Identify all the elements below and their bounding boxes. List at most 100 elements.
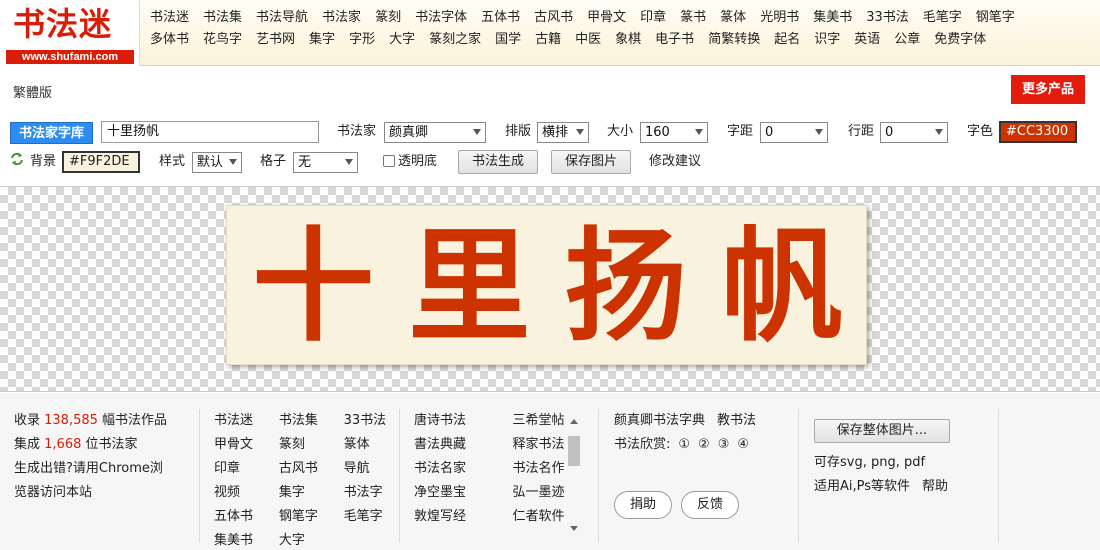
- nav-link[interactable]: 书法家: [322, 6, 361, 25]
- calligrapher-library-button[interactable]: 书法家字库: [10, 122, 93, 144]
- scroll-up-arrow-icon[interactable]: [570, 419, 578, 424]
- nav-link[interactable]: 公章: [894, 28, 920, 47]
- nav-link[interactable]: 古籍: [535, 28, 561, 47]
- footer-link[interactable]: 书法名作: [513, 457, 599, 481]
- refresh-icon[interactable]: [10, 152, 24, 166]
- nav-link[interactable]: 英语: [854, 28, 880, 47]
- nav-link[interactable]: 篆体: [720, 6, 746, 25]
- footer-link[interactable]: 三希堂帖: [513, 409, 599, 433]
- footer-scrollbar[interactable]: [566, 419, 582, 531]
- footer-link[interactable]: 古风书: [279, 457, 331, 481]
- footer-link[interactable]: 大字: [279, 529, 331, 550]
- generate-button[interactable]: 书法生成: [458, 150, 538, 174]
- footer-link[interactable]: 書法典藏: [414, 433, 500, 457]
- footer-link[interactable]: 33书法: [344, 409, 399, 433]
- footer-link[interactable]: 弘一墨迹: [513, 481, 599, 505]
- nav-link[interactable]: 光明书: [760, 6, 799, 25]
- footer-link[interactable]: 导航: [344, 457, 399, 481]
- footer-link[interactable]: 五体书: [214, 505, 266, 529]
- nav-link[interactable]: 中医: [575, 28, 601, 47]
- teach-link[interactable]: 教书法: [717, 409, 756, 433]
- nav-link[interactable]: 钢笔字: [976, 6, 1015, 25]
- nav-link[interactable]: 大字: [389, 28, 415, 47]
- line-spacing-select[interactable]: 0: [880, 122, 948, 143]
- dictionary-link[interactable]: 颜真卿书法字典: [614, 409, 705, 433]
- nav-link[interactable]: 甲骨文: [587, 6, 626, 25]
- appreciate-link-2[interactable]: ②: [698, 433, 710, 457]
- footer-link[interactable]: 唐诗书法: [414, 409, 500, 433]
- footer-link[interactable]: 印章: [214, 457, 266, 481]
- text-input[interactable]: 十里扬帆: [101, 121, 319, 143]
- footer-link[interactable]: 释家书法: [513, 433, 599, 457]
- grid-label: 格子: [260, 154, 287, 169]
- nav-link[interactable]: 古风书: [534, 6, 573, 25]
- traditional-chinese-link[interactable]: 繁體版: [13, 82, 52, 101]
- footer-link[interactable]: 钢笔字: [279, 505, 331, 529]
- save-image-button[interactable]: 保存图片: [551, 150, 631, 174]
- nav-link[interactable]: 书法字体: [415, 6, 467, 25]
- nav-link[interactable]: 篆书: [680, 6, 706, 25]
- footer-link[interactable]: 毛笔字: [344, 505, 399, 529]
- nav-link[interactable]: 书法导航: [256, 6, 308, 25]
- nav-link[interactable]: 集字: [309, 28, 335, 47]
- nav-link[interactable]: 书法迷: [150, 6, 189, 25]
- nav-link[interactable]: 国学: [495, 28, 521, 47]
- nav-link[interactable]: 字形: [349, 28, 375, 47]
- footer-link[interactable]: 集字: [279, 481, 331, 505]
- chevron-down-icon: [229, 159, 237, 165]
- site-header: 书法迷 www.shufami.com 书法迷 书法集 书法导航 书法家 篆刻 书法字体五…: [0, 0, 1100, 66]
- site-logo[interactable]: 书法迷 www.shufami.com: [0, 0, 140, 66]
- footer-link[interactable]: 敦煌写经: [414, 505, 500, 529]
- nav-link[interactable]: 33书法: [866, 6, 909, 25]
- char-spacing-select[interactable]: 0: [760, 122, 828, 143]
- donate-button[interactable]: 捐助: [614, 491, 672, 519]
- nav-link[interactable]: 简繁转换: [708, 28, 760, 47]
- nav-link[interactable]: 多体书: [150, 28, 189, 47]
- background-color-picker[interactable]: #F9F2DE: [62, 151, 140, 173]
- nav-link[interactable]: 起名: [774, 28, 800, 47]
- style-select[interactable]: 默认: [192, 152, 242, 173]
- nav-link[interactable]: 艺书网: [256, 28, 295, 47]
- footer-link[interactable]: 净空墨宝: [414, 481, 500, 505]
- transparent-label: 透明底: [398, 154, 438, 169]
- nav-link[interactable]: 毛笔字: [923, 6, 962, 25]
- nav-link[interactable]: 书法集: [203, 6, 242, 25]
- nav-link[interactable]: 篆刻之家: [429, 28, 481, 47]
- nav-link[interactable]: 花鸟字: [203, 28, 242, 47]
- transparent-checkbox[interactable]: [383, 155, 395, 167]
- footer-link[interactable]: 书法集: [279, 409, 331, 433]
- nav-link[interactable]: 识字: [814, 28, 840, 47]
- suggest-edit-link[interactable]: 修改建议: [649, 152, 701, 172]
- footer-link[interactable]: 篆刻: [279, 433, 331, 457]
- nav-link[interactable]: 篆刻: [375, 6, 401, 25]
- footer-link[interactable]: 甲骨文: [214, 433, 266, 457]
- text-color-picker[interactable]: #CC3300: [999, 121, 1077, 143]
- scroll-thumb[interactable]: [568, 436, 580, 466]
- footer-link[interactable]: 集美书: [214, 529, 266, 550]
- grid-select[interactable]: 无: [293, 152, 358, 173]
- footer-link[interactable]: 篆体: [344, 433, 399, 457]
- calligrapher-select[interactable]: 颜真卿: [384, 122, 486, 143]
- footer-link[interactable]: 书法迷: [214, 409, 266, 433]
- nav-link[interactable]: 免费字体: [934, 28, 986, 47]
- more-products-button[interactable]: 更多产品: [1011, 75, 1085, 104]
- footer-link[interactable]: 书法名家: [414, 457, 500, 481]
- layout-select[interactable]: 横排: [537, 122, 589, 143]
- nav-link[interactable]: 五体书: [481, 6, 520, 25]
- text-color-label: 字色: [967, 124, 994, 139]
- nav-link[interactable]: 电子书: [655, 28, 694, 47]
- help-link[interactable]: 帮助: [922, 475, 948, 499]
- feedback-button[interactable]: 反馈: [681, 491, 739, 519]
- appreciate-link-3[interactable]: ③: [718, 433, 730, 457]
- save-all-image-button[interactable]: 保存整体图片...: [814, 419, 950, 443]
- size-select[interactable]: 160: [640, 122, 708, 143]
- footer-link[interactable]: 书法字: [344, 481, 399, 505]
- footer-link[interactable]: 仁者软件: [513, 505, 599, 529]
- nav-link[interactable]: 象棋: [615, 28, 641, 47]
- nav-link[interactable]: 印章: [640, 6, 666, 25]
- appreciate-link-4[interactable]: ④: [737, 433, 749, 457]
- footer-link[interactable]: 视频: [214, 481, 266, 505]
- appreciate-link-1[interactable]: ①: [678, 433, 690, 457]
- scroll-down-arrow-icon[interactable]: [570, 526, 578, 531]
- nav-link[interactable]: 集美书: [813, 6, 852, 25]
